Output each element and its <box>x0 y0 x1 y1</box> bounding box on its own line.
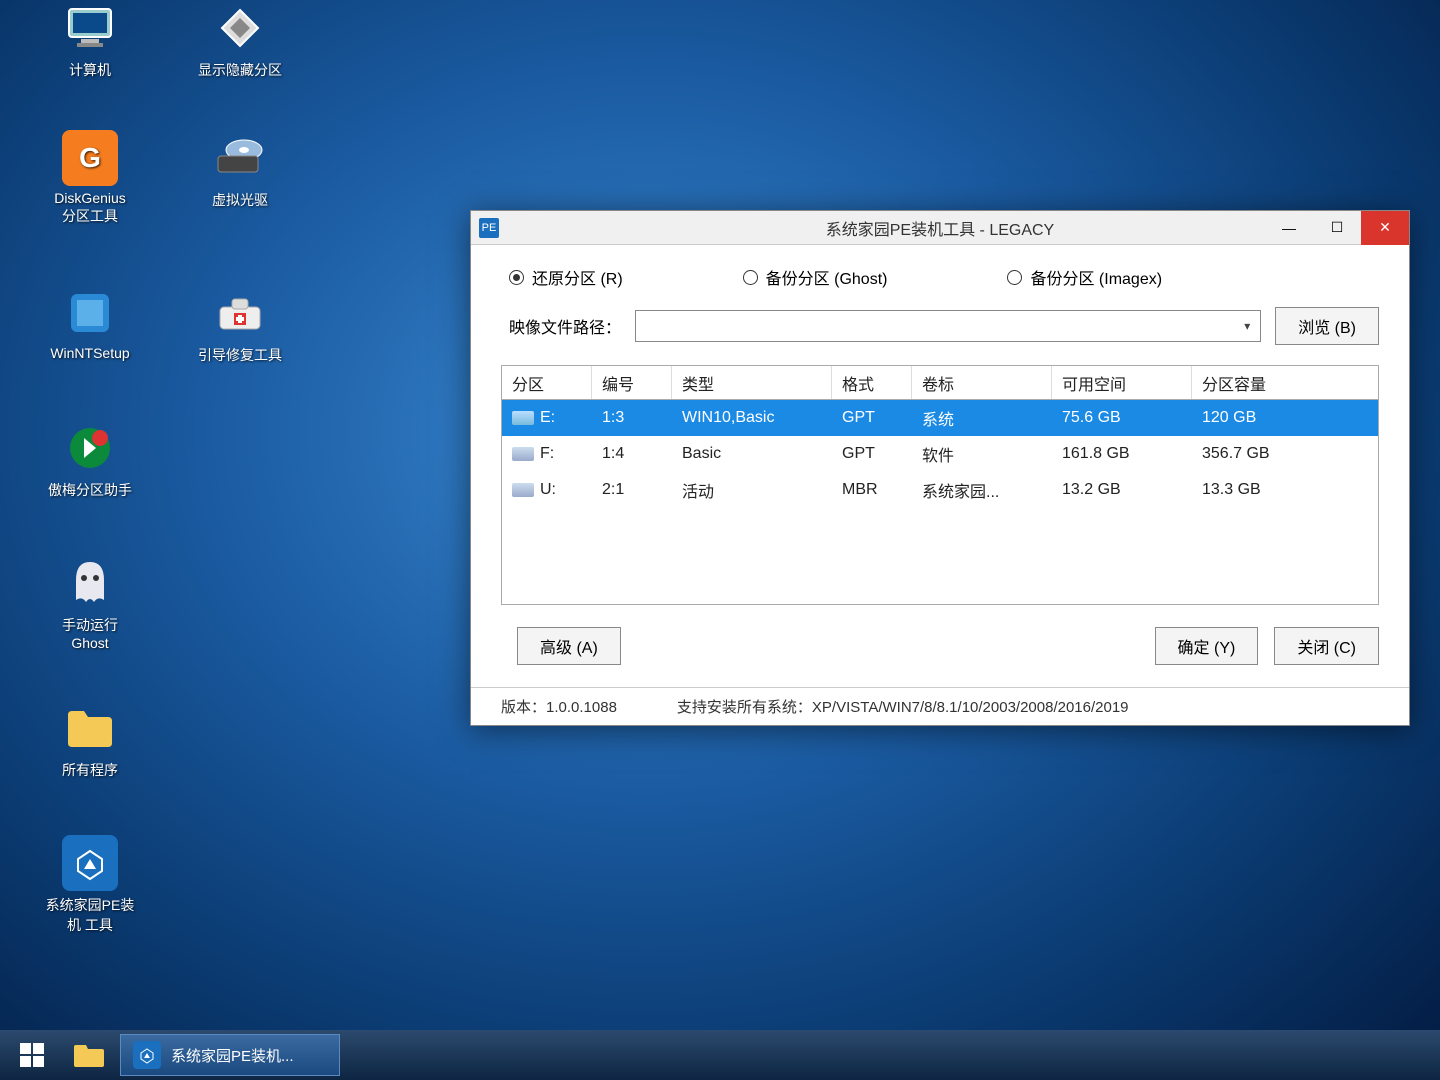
desktop-icon-winntsetup[interactable]: WinNTSetup <box>30 285 150 361</box>
desktop-icon-label: 手动运行 Ghost <box>62 615 118 651</box>
desktop-icon-aomei[interactable]: 傲梅分区助手 <box>30 420 150 500</box>
table-header: 分区 编号 类型 格式 卷标 可用空间 分区容量 <box>502 366 1378 400</box>
browse-button[interactable]: 浏览 (B) <box>1275 307 1379 345</box>
ok-button[interactable]: 确定 (Y) <box>1155 627 1259 665</box>
desktop-icon-label: 所有程序 <box>62 760 118 780</box>
desktop-icon-virtual-drive[interactable]: 虚拟光驱 <box>180 130 300 210</box>
chevron-down-icon: ▾ <box>1244 319 1250 333</box>
image-path-label: 映像文件路径： <box>509 314 621 338</box>
app-icon: PE <box>479 218 499 238</box>
col-number[interactable]: 编号 <box>592 366 672 399</box>
desktop-icon-boot-repair[interactable]: 引导修复工具 <box>180 285 300 365</box>
version-label: 版本：1.0.0.1088 <box>501 696 617 717</box>
table-row[interactable]: F:1:4BasicGPT软件161.8 GB356.7 GB <box>502 436 1378 472</box>
col-capacity[interactable]: 分区容量 <box>1192 366 1332 399</box>
col-format[interactable]: 格式 <box>832 366 912 399</box>
diskgenius-icon: G <box>62 130 118 186</box>
radio-dot-icon <box>1007 270 1022 285</box>
close-window-button[interactable]: 关闭 (C) <box>1274 627 1379 665</box>
desktop-icon-diskgenius[interactable]: G DiskGenius 分区工具 <box>30 130 150 226</box>
aomei-icon <box>62 420 118 476</box>
col-free[interactable]: 可用空间 <box>1052 366 1192 399</box>
cd-drive-icon <box>212 130 268 186</box>
partition-table: 分区 编号 类型 格式 卷标 可用空间 分区容量 E:1:3WIN10,Basi… <box>501 365 1379 605</box>
taskbar-task-pe-tool[interactable]: 系统家园PE装机... <box>120 1034 340 1076</box>
taskbar: 系统家园PE装机... <box>0 1030 1440 1080</box>
desktop-icon-label: DiskGenius 分区工具 <box>54 190 126 226</box>
radio-restore[interactable]: 还原分区 (R) <box>509 265 623 289</box>
desktop-icon-label: 傲梅分区助手 <box>48 480 132 500</box>
desktop-icon-label: 显示隐藏分区 <box>198 60 282 80</box>
desktop-icon-pe-tool[interactable]: 系统家园PE装 机 工具 <box>30 835 150 935</box>
table-row[interactable]: U:2:1活动MBR系统家园...13.2 GB13.3 GB <box>502 472 1378 508</box>
setup-icon <box>62 285 118 341</box>
folder-icon <box>62 700 118 756</box>
pe-tool-window: PE 系统家园PE装机工具 - LEGACY — ☐ ✕ 还原分区 (R) 备份… <box>470 210 1410 726</box>
advanced-button[interactable]: 高级 (A) <box>517 627 621 665</box>
partition-icon <box>212 0 268 56</box>
desktop-icon-programs[interactable]: 所有程序 <box>30 700 150 780</box>
pe-tool-icon <box>62 835 118 891</box>
computer-icon <box>62 0 118 56</box>
desktop-icon-label: 系统家园PE装 机 工具 <box>46 895 135 935</box>
radio-backup-ghost[interactable]: 备份分区 (Ghost) <box>743 265 888 289</box>
desktop-icon-label: WinNTSetup <box>50 345 129 361</box>
mode-radio-group: 还原分区 (R) 备份分区 (Ghost) 备份分区 (Imagex) <box>501 265 1379 289</box>
image-path-dropdown[interactable]: ▾ <box>635 310 1261 342</box>
status-bar: 版本：1.0.0.1088 支持安装所有系统：XP/VISTA/WIN7/8/8… <box>471 687 1409 725</box>
col-label[interactable]: 卷标 <box>912 366 1052 399</box>
desktop-icon-computer[interactable]: 计算机 <box>30 0 150 80</box>
ghost-icon <box>62 555 118 611</box>
desktop-icon-label: 虚拟光驱 <box>212 190 268 210</box>
desktop-icon-show-hidden[interactable]: 显示隐藏分区 <box>180 0 300 80</box>
disk-icon <box>512 483 534 497</box>
col-partition[interactable]: 分区 <box>502 366 592 399</box>
pe-tool-icon <box>133 1041 161 1069</box>
taskbar-explorer-icon[interactable] <box>64 1034 114 1076</box>
minimize-button[interactable]: — <box>1265 211 1313 245</box>
table-row[interactable]: E:1:3WIN10,BasicGPT系统75.6 GB120 GB <box>502 400 1378 436</box>
radio-dot-icon <box>509 270 524 285</box>
start-button[interactable] <box>6 1034 58 1076</box>
close-button[interactable]: ✕ <box>1361 211 1409 245</box>
windows-icon <box>18 1041 46 1069</box>
radio-backup-imagex[interactable]: 备份分区 (Imagex) <box>1007 265 1162 289</box>
support-text: 支持安装所有系统：XP/VISTA/WIN7/8/8.1/10/2003/200… <box>677 696 1129 717</box>
desktop-icon-label: 计算机 <box>69 60 111 80</box>
window-titlebar[interactable]: PE 系统家园PE装机工具 - LEGACY — ☐ ✕ <box>471 211 1409 245</box>
taskbar-task-label: 系统家园PE装机... <box>171 1045 294 1066</box>
col-type[interactable]: 类型 <box>672 366 832 399</box>
radio-dot-icon <box>743 270 758 285</box>
disk-icon <box>512 411 534 425</box>
disk-icon <box>512 447 534 461</box>
desktop-icon-ghost[interactable]: 手动运行 Ghost <box>30 555 150 651</box>
toolbox-icon <box>212 285 268 341</box>
desktop-icon-label: 引导修复工具 <box>198 345 282 365</box>
maximize-button[interactable]: ☐ <box>1313 211 1361 245</box>
